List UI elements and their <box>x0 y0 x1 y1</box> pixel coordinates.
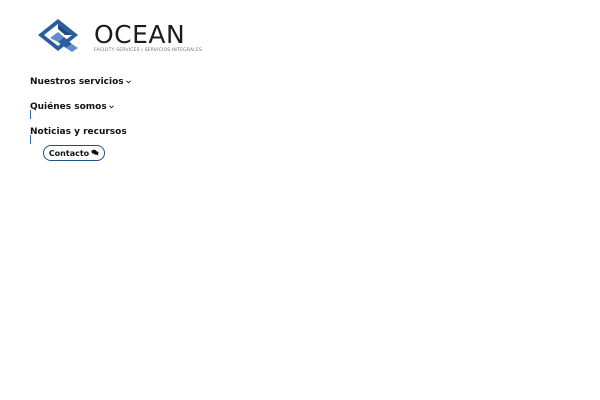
nav-item-quienes-somos[interactable]: Quiénes somos <box>30 100 114 113</box>
chevron-down-icon <box>108 101 114 113</box>
brand-tagline: FACILITY SERVICES | SERVICIOS INTEGRALES <box>94 48 202 53</box>
brand-name: OCEAN <box>94 20 186 49</box>
chat-bubble-icon <box>91 149 99 158</box>
chevron-down-icon <box>125 76 131 88</box>
submenu-indicator <box>30 110 31 119</box>
nav-item-noticias-y-recursos[interactable]: Noticias y recursos <box>30 126 127 138</box>
nav-item-label: Nuestros servicios <box>30 76 124 87</box>
submenu-indicator <box>30 135 31 144</box>
ocean-diamond-logo-icon <box>38 19 78 52</box>
contact-button-label: Contacto <box>48 148 90 158</box>
nav-item-nuestros-servicios[interactable]: Nuestros servicios <box>30 75 131 88</box>
nav-item-label: Noticias y recursos <box>30 127 127 137</box>
ocean-logo[interactable]: OCEAN FACILITY SERVICES | SERVICIOS INTE… <box>38 18 202 58</box>
contact-button[interactable]: Contacto <box>43 145 105 161</box>
page: OCEAN FACILITY SERVICES | SERVICIOS INTE… <box>0 0 600 400</box>
nav-item-label: Quiénes somos <box>30 101 107 112</box>
